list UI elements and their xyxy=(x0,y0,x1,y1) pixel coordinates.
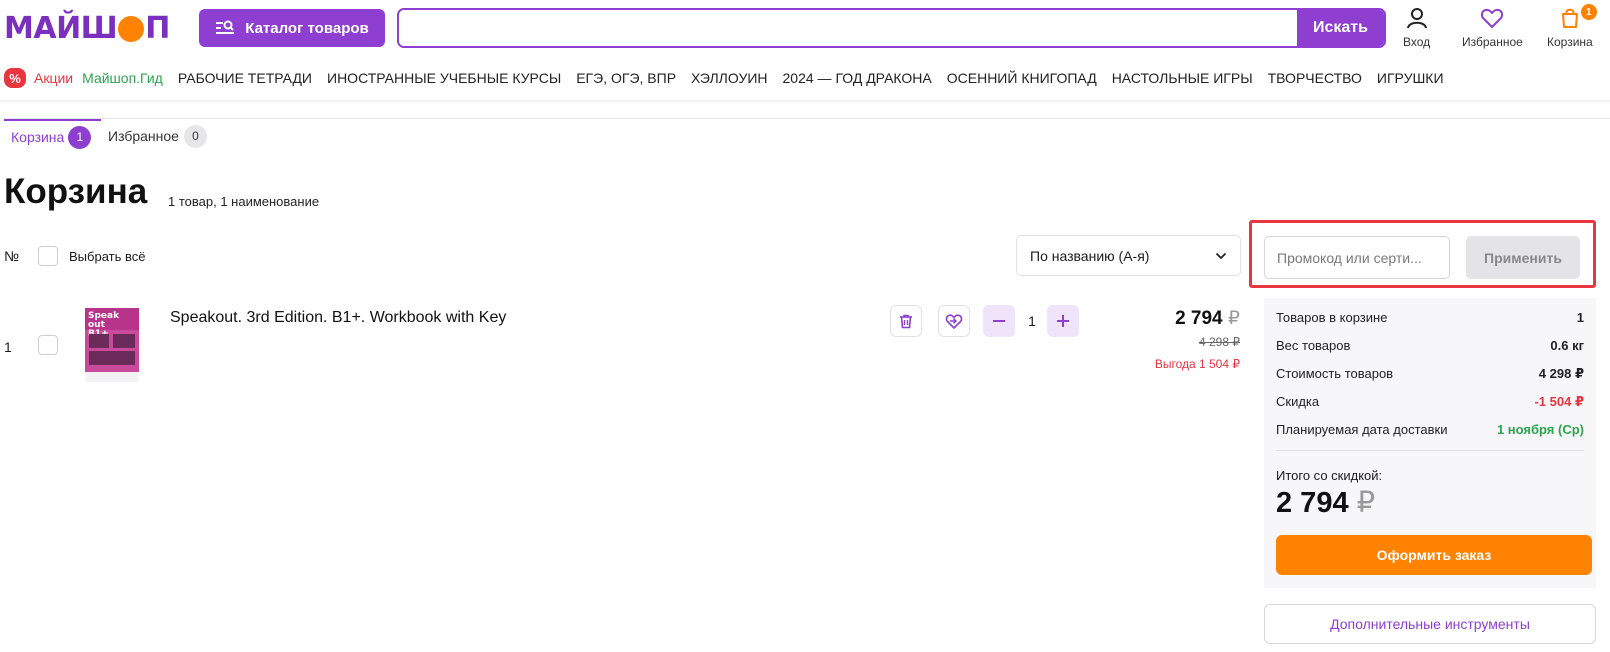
minus-icon xyxy=(993,320,1005,322)
cart-bag-icon xyxy=(1561,8,1578,28)
tab-cart-count: 1 xyxy=(68,125,92,149)
item-savings: Выгода 1 504 ₽ xyxy=(1154,357,1240,371)
summary-row-items: Товаров в корзине 1 xyxy=(1276,310,1584,325)
tab-favorites-count: 0 xyxy=(183,124,207,148)
total-label: Итого со скидкой: xyxy=(1276,468,1383,483)
summary-value: 1 ноября (Ср) xyxy=(1496,422,1584,437)
checkout-button[interactable]: Оформить заказ xyxy=(1276,535,1592,575)
total-amount: 2 794 xyxy=(1276,487,1349,519)
item-checkbox[interactable] xyxy=(38,335,58,355)
plus-icon xyxy=(1057,315,1069,327)
catalog-search-icon xyxy=(216,20,235,34)
additional-tools-button[interactable]: Дополнительные инструменты xyxy=(1264,604,1596,644)
catalog-button[interactable]: Каталог товаров xyxy=(199,9,385,47)
apply-promo-button[interactable]: Применить xyxy=(1466,236,1580,279)
page-subtitle: 1 товар, 1 наименование xyxy=(168,194,320,209)
summary-value: 0.6 кг xyxy=(1550,338,1584,353)
nav-item-board-games[interactable]: НАСТОЛЬНЫЕ ИГРЫ xyxy=(1112,70,1253,86)
cart-label: Корзина xyxy=(1547,35,1593,49)
nav-item-exams[interactable]: ЕГЭ, ОГЭ, ВПР xyxy=(576,70,676,86)
favorites-label: Избранное xyxy=(1462,35,1523,49)
item-cover-image[interactable]: Speak outB1+ xyxy=(85,308,139,382)
order-summary: Товаров в корзине 1 Вес товаров 0.6 кг С… xyxy=(1264,298,1596,588)
item-number: 1 xyxy=(4,339,12,355)
nav-item-toys[interactable]: ИГРУШКИ xyxy=(1377,70,1444,86)
total-currency: ₽ xyxy=(1356,487,1376,519)
tab-favorites[interactable]: Избранное 0 xyxy=(108,119,207,153)
summary-value: 4 298 ₽ xyxy=(1538,366,1584,381)
tabs-divider xyxy=(4,118,1610,119)
item-price-value: 2 794 xyxy=(1175,308,1223,329)
item-old-price: 4 298 ₽ xyxy=(1199,335,1240,349)
total-value: 2 794 ₽ xyxy=(1276,485,1375,520)
summary-row-weight: Вес товаров 0.6 кг xyxy=(1276,338,1584,353)
nav-item-workbooks[interactable]: РАБОЧИЕ ТЕТРАДИ xyxy=(178,70,312,86)
item-price-currency: ₽ xyxy=(1227,308,1240,329)
heart-arrow-icon xyxy=(945,314,963,329)
page-title: Корзина xyxy=(4,172,148,211)
summary-row-cost: Стоимость товаров 4 298 ₽ xyxy=(1276,366,1584,382)
summary-label: Вес товаров xyxy=(1276,338,1351,353)
summary-value: -1 504 ₽ xyxy=(1534,394,1584,409)
summary-label: Скидка xyxy=(1276,394,1320,409)
delete-button[interactable] xyxy=(890,305,922,337)
quantity-decrease-button[interactable] xyxy=(983,305,1015,337)
select-all-control[interactable]: Выбрать всё xyxy=(38,246,145,266)
search-input[interactable] xyxy=(399,10,1297,46)
summary-label: Стоимость товаров xyxy=(1276,366,1394,381)
nav-item-dragon-year[interactable]: 2024 — ГОД ДРАКОНА xyxy=(783,70,932,86)
category-nav: % Акции Майшоп.Гид РАБОЧИЕ ТЕТРАДИ ИНОСТ… xyxy=(4,66,1459,90)
select-all-label: Выбрать всё xyxy=(69,248,146,264)
move-to-favorites-button[interactable] xyxy=(938,305,970,337)
tab-cart[interactable]: Корзина 1 xyxy=(4,119,101,153)
nav-item-foreign-courses[interactable]: ИНОСТРАННЫЕ УЧЕБНЫЕ КУРСЫ xyxy=(327,70,561,86)
quantity-value: 1 xyxy=(1028,313,1036,329)
tab-cart-label: Корзина xyxy=(11,129,65,145)
nav-guide[interactable]: Майшоп.Гид xyxy=(82,70,163,86)
select-all-checkbox[interactable] xyxy=(38,246,58,266)
site-header: МАЙШ П Каталог товаров Искать Вход Избран… xyxy=(0,0,1610,56)
quantity-increase-button[interactable] xyxy=(1047,305,1079,337)
login-label: Вход xyxy=(1403,35,1431,49)
item-price: 2 794 ₽ xyxy=(1175,307,1240,330)
cart-button[interactable]: 1 Корзина xyxy=(1547,4,1597,49)
sort-select[interactable]: По названию (А-я) xyxy=(1016,235,1241,276)
item-title[interactable]: Speakout. 3rd Edition. B1+. Workbook wit… xyxy=(170,309,506,327)
summary-label: Товаров в корзине xyxy=(1276,310,1388,325)
summary-row-discount: Скидка -1 504 ₽ xyxy=(1276,394,1584,410)
catalog-label: Каталог товаров xyxy=(245,19,369,37)
chevron-down-icon xyxy=(1215,252,1227,259)
sale-percent-icon[interactable]: % xyxy=(4,68,26,88)
tab-favorites-label: Избранное xyxy=(108,128,179,144)
nav-item-creativity[interactable]: ТВОРЧЕСТВО xyxy=(1268,70,1362,86)
search-button[interactable]: Искать xyxy=(1297,10,1384,46)
user-icon xyxy=(1406,8,1427,29)
summary-label: Планируемая дата доставки xyxy=(1276,422,1448,437)
nav-sale[interactable]: Акции xyxy=(34,70,73,86)
cart-count-badge: 1 xyxy=(1580,4,1597,20)
summary-value: 1 xyxy=(1576,310,1584,325)
sort-value: По названию (А-я) xyxy=(1030,247,1150,264)
nav-item-autumn-books[interactable]: ОСЕННИЙ КНИГОПАД xyxy=(947,70,1097,86)
login-button[interactable]: Вход xyxy=(1403,6,1430,49)
nav-divider xyxy=(0,100,1610,104)
favorites-button[interactable]: Избранное xyxy=(1462,6,1523,49)
search-bar: Искать xyxy=(397,8,1386,48)
nav-item-halloween[interactable]: ХЭЛЛОУИН xyxy=(691,70,767,86)
summary-row-delivery: Планируемая дата доставки 1 ноября (Ср) xyxy=(1276,422,1584,437)
summary-divider xyxy=(1276,450,1584,451)
site-logo[interactable]: МАЙШ П xyxy=(4,10,170,46)
heart-icon xyxy=(1481,8,1504,28)
trash-icon xyxy=(900,314,912,329)
promo-code-input[interactable] xyxy=(1264,236,1450,279)
number-column-header: № xyxy=(4,248,20,264)
